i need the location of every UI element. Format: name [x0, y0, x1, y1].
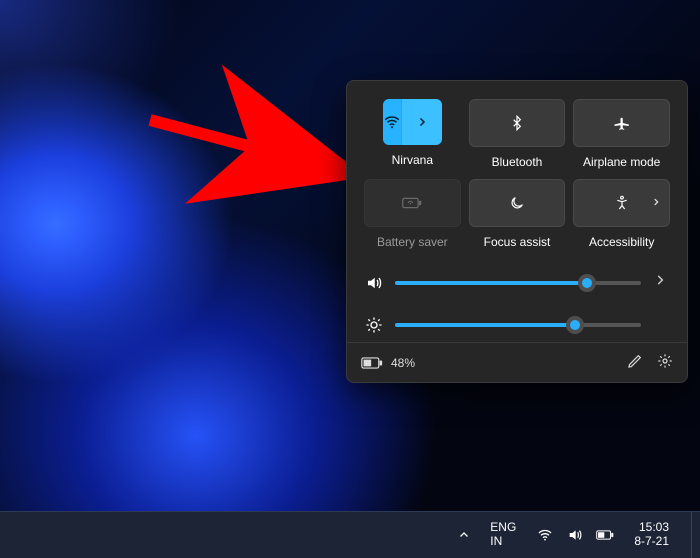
volume-slider[interactable]	[395, 281, 641, 285]
focus-assist-toggle-button[interactable]	[469, 179, 566, 227]
language-button[interactable]: ENG IN	[480, 512, 526, 558]
tile-battery-saver: Battery saver	[365, 179, 460, 249]
moon-icon	[509, 195, 525, 211]
bluetooth-toggle-button[interactable]	[469, 99, 566, 147]
tile-label-focus-assist: Focus assist	[484, 235, 551, 249]
quick-settings-tiles: Nirvana Bluetooth Airplane mode Battery …	[347, 81, 687, 259]
chevron-right-icon	[651, 194, 661, 212]
wifi-toggle-button[interactable]	[383, 99, 401, 145]
settings-button[interactable]	[657, 353, 673, 372]
battery-saver-icon	[402, 196, 422, 210]
volume-tray-icon	[566, 526, 584, 544]
quick-settings-panel: Nirvana Bluetooth Airplane mode Battery …	[346, 80, 688, 383]
panel-footer: 48%	[347, 342, 687, 382]
tile-wifi: Nirvana	[365, 99, 460, 169]
wifi-tray-icon	[536, 526, 554, 544]
pencil-icon	[627, 353, 643, 369]
brightness-row	[365, 316, 669, 334]
battery-saver-toggle-button[interactable]	[364, 179, 461, 227]
sliders-section	[347, 259, 687, 342]
brightness-slider[interactable]	[395, 323, 641, 327]
battery-percent-text: 48%	[391, 356, 415, 370]
language-line1: ENG	[490, 521, 516, 535]
tile-accessibility: Accessibility	[574, 179, 669, 249]
battery-tray-icon	[596, 526, 614, 544]
accessibility-icon	[614, 195, 630, 211]
tile-label-accessibility: Accessibility	[589, 235, 654, 249]
volume-row	[365, 273, 669, 292]
taskbar: ENG IN 15:03 8-7-21	[0, 511, 700, 558]
volume-flyout-button[interactable]	[653, 273, 669, 292]
tile-label-airplane: Airplane mode	[583, 155, 660, 169]
battery-status[interactable]: 48%	[361, 356, 415, 370]
system-tray[interactable]	[526, 512, 624, 558]
wifi-expand-button[interactable]	[401, 99, 442, 145]
tile-label-bluetooth: Bluetooth	[492, 155, 543, 169]
speaker-icon	[365, 274, 383, 292]
clock-button[interactable]: 15:03 8-7-21	[624, 512, 691, 558]
edit-button[interactable]	[627, 353, 643, 372]
clock-time: 15:03	[634, 521, 669, 535]
chevron-right-icon	[416, 116, 428, 128]
battery-icon	[361, 357, 383, 369]
brightness-slider-thumb[interactable]	[566, 316, 584, 334]
tile-airplane: Airplane mode	[574, 99, 669, 169]
wifi-icon	[383, 113, 401, 131]
airplane-icon	[613, 114, 631, 132]
language-line2: IN	[490, 535, 516, 549]
bluetooth-icon	[509, 115, 525, 131]
brightness-icon	[365, 316, 383, 334]
gear-icon	[657, 353, 673, 369]
accessibility-toggle-button[interactable]	[573, 179, 670, 227]
volume-slider-thumb[interactable]	[578, 274, 596, 292]
tile-bluetooth: Bluetooth	[470, 99, 565, 169]
chevron-up-icon	[458, 529, 470, 541]
tray-overflow-button[interactable]	[448, 512, 480, 558]
clock-date: 8-7-21	[634, 535, 669, 549]
tile-label-wifi: Nirvana	[392, 153, 433, 167]
tile-focus-assist: Focus assist	[470, 179, 565, 249]
tile-label-battery-saver: Battery saver	[377, 235, 448, 249]
wifi-split-button	[383, 99, 442, 145]
show-desktop-button[interactable]	[691, 512, 698, 558]
airplane-toggle-button[interactable]	[573, 99, 670, 147]
